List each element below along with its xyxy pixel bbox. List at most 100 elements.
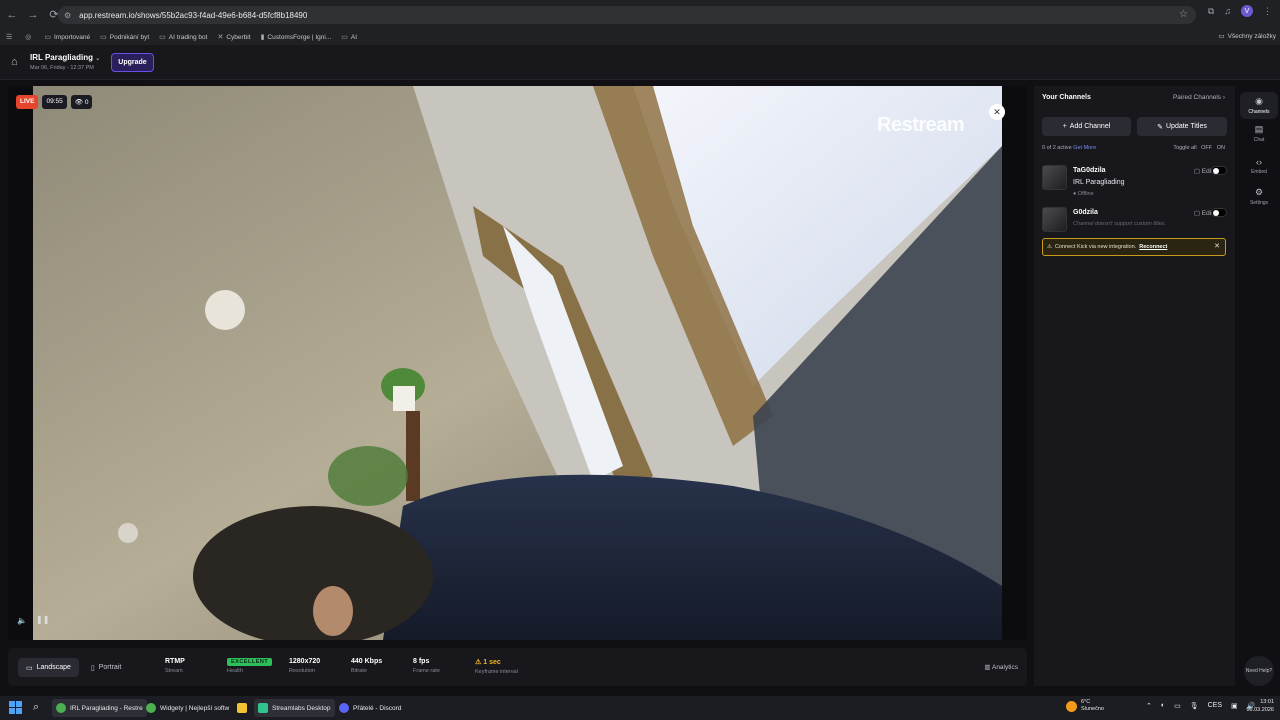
camera-frame <box>33 86 1002 640</box>
toggle-all-off[interactable]: OFF <box>1201 145 1212 151</box>
health-badge: EXCELLENT <box>227 658 273 666</box>
network-icon[interactable]: ◐ <box>1161 702 1165 710</box>
monitor-icon[interactable]: ▭ <box>1174 702 1181 710</box>
sun-icon <box>1066 700 1077 712</box>
browser-toolbar: ← → ⟳ ⚙ app.restream.io/shows/55b2ac93-f… <box>0 0 1280 29</box>
channel-row: TaG0dzila IRL Paragliading ● Offline ▢ E… <box>1042 165 1227 199</box>
pause-icon[interactable]: ❚❚ <box>36 615 49 624</box>
taskbar-app[interactable]: Přátelé - Discord <box>335 699 405 717</box>
video-stage <box>8 86 1027 640</box>
site-info-icon[interactable]: ⚙ <box>64 11 71 20</box>
landscape-button[interactable]: ▭ Landscape <box>18 658 79 677</box>
chrome-icon <box>56 703 66 713</box>
url-text[interactable]: app.restream.io/shows/55b2ac93-f4ad-49e6… <box>79 11 307 20</box>
add-channel-button[interactable]: + Add Channel <box>1042 117 1131 136</box>
folder-icon: ▭ <box>100 34 107 41</box>
windows-start-icon[interactable] <box>9 701 22 714</box>
close-watermark-icon[interactable]: ✕ <box>989 104 1005 120</box>
bookmark-star-icon[interactable]: ☆ <box>1179 9 1188 20</box>
channel-status: ● Offline <box>1073 191 1094 197</box>
stream-timer: 09:55 <box>42 95 67 109</box>
get-more-link[interactable]: Get More <box>1073 145 1096 151</box>
site-icon: ✕ <box>217 34 224 41</box>
channel-toggle[interactable] <box>1211 166 1227 175</box>
pencil-icon: ✎ <box>1157 123 1163 131</box>
clock[interactable]: 13:01 06.03.2026 <box>1246 699 1274 714</box>
all-bookmarks[interactable]: ▭ Všechny záložky <box>1218 32 1276 41</box>
show-title[interactable]: IRL Paragliading ⌄ <box>30 53 100 62</box>
message-icon: ▢ <box>1193 210 1200 217</box>
display-icon[interactable]: ▣ <box>1231 702 1238 710</box>
bookmark-item[interactable]: ▭ Importované <box>44 33 90 42</box>
windows-taskbar: ⌕ IRL Paragliading - Restre Widgety | Ne… <box>0 696 1280 720</box>
live-badge: LIVE <box>16 95 39 109</box>
upgrade-button[interactable]: Upgrade <box>111 53 154 72</box>
bookmark-item[interactable]: ▭ AI trading bot <box>159 33 207 42</box>
stat-resolution: 1280x720 Resolution <box>289 658 321 674</box>
globe-icon[interactable]: ◎ <box>25 33 34 41</box>
channel-title: IRL Paragliading <box>1073 179 1125 186</box>
toggle-all-on[interactable]: ON <box>1217 145 1225 151</box>
taskbar-app[interactable]: Streamlabs Desktop <box>254 699 335 717</box>
weather-widget[interactable]: 6°C Slunečno <box>1066 699 1104 713</box>
bookmark-item[interactable]: ▭ AI <box>341 33 357 42</box>
site-icon: ▮ <box>260 34 265 41</box>
bookmark-item[interactable]: ▮ CustomsForge | Igni... <box>260 33 332 42</box>
sidebar-item-channels[interactable]: ◉ Channels <box>1240 92 1278 119</box>
folder-icon: ▭ <box>341 34 348 41</box>
media-icon[interactable]: ♫ <box>1224 6 1231 16</box>
stat-keyframe: ⚠ 1 sec Keyframe interval <box>475 659 518 675</box>
warning-icon: ⚠ <box>475 659 482 666</box>
search-icon[interactable]: ⌕ <box>33 701 39 714</box>
kick-reconnect-alert: ⚠ Connect Kick via new integration. Reco… <box>1042 238 1226 256</box>
mic-icon[interactable]: 🎙 <box>1190 702 1199 710</box>
sidebar-item-embed[interactable]: ‹› Embed <box>1240 157 1278 175</box>
channel-name: TaG0dzila <box>1073 167 1106 174</box>
dismiss-alert-icon[interactable]: ✕ <box>1214 242 1220 250</box>
need-help-button[interactable]: Need Help? <box>1244 656 1274 686</box>
warning-icon: ⚠ <box>1047 244 1052 250</box>
reconnect-link[interactable]: Reconnect <box>1139 244 1167 250</box>
live-badges: LIVE 09:55 👁 0 <box>16 95 93 109</box>
profile-avatar[interactable]: V <box>1241 5 1253 17</box>
back-icon[interactable]: ← <box>3 6 21 24</box>
active-count: 0 of 2 active Get More <box>1042 145 1097 151</box>
paired-channels-link[interactable]: Paired Channels › <box>1173 94 1225 101</box>
taskbar-app[interactable] <box>233 699 251 717</box>
sidebar-item-chat[interactable]: ▤ Chat <box>1240 124 1278 143</box>
chevron-down-icon: ⌄ <box>95 56 101 62</box>
video-preview[interactable] <box>33 86 1002 640</box>
bookmark-item[interactable]: ▭ Podnikání byt <box>100 33 149 42</box>
analytics-link[interactable]: ▥ Analytics <box>984 663 1018 671</box>
toggle-all: Toggle all OFF ON <box>1173 145 1225 151</box>
portrait-button[interactable]: ▯ Portrait <box>83 658 129 677</box>
broadcast-icon: ◉ <box>1255 96 1263 106</box>
chevron-up-icon[interactable]: ⌃ <box>1146 702 1152 710</box>
sidebar-item-settings[interactable]: ⚙ Settings <box>1240 187 1278 206</box>
stat-stream: RTMP Stream <box>165 658 185 674</box>
forward-icon[interactable]: → <box>24 6 42 24</box>
taskbar-app[interactable]: Widgety | Nejlepší softw <box>142 699 233 717</box>
bar-chart-icon: ▥ <box>984 664 991 671</box>
discord-icon <box>339 703 349 713</box>
taskbar-app[interactable]: IRL Paragliading - Restre <box>52 699 147 717</box>
language-indicator[interactable]: CES <box>1208 702 1222 710</box>
extensions-icon[interactable]: ⧉ <box>1208 6 1214 17</box>
channel-toggle[interactable] <box>1211 208 1227 217</box>
right-sidebar: ◉ Channels ▤ Chat ‹› Embed ⚙ Settings <box>1240 86 1280 686</box>
stat-framerate: 8 fps Frame rate <box>413 658 440 674</box>
home-icon[interactable]: ⌂ <box>11 56 18 68</box>
restream-watermark: Restream <box>877 114 965 136</box>
stream-stats-bar: ▭ Landscape ▯ Portrait RTMP Stream EXCELLE… <box>8 648 1027 686</box>
stat-health: EXCELLENT Health <box>227 658 273 674</box>
file-explorer-icon <box>237 703 247 713</box>
code-icon: ‹› <box>1256 157 1262 167</box>
address-bar[interactable]: ⚙ app.restream.io/shows/55b2ac93-f4ad-49… <box>58 6 1196 24</box>
volume-icon[interactable]: 🔈 <box>17 616 27 625</box>
bookmark-item[interactable]: ✕ Cyberbit <box>217 33 250 42</box>
system-tray: ⌃ ◐ ▭ 🎙 CES ▣ 🔊 <box>1146 702 1255 710</box>
update-titles-button[interactable]: ✎ Update Titles <box>1137 117 1227 136</box>
menu-icon[interactable]: ⋮ <box>1263 6 1272 17</box>
apps-icon[interactable]: ☰ <box>6 33 15 41</box>
phone-icon: ▯ <box>90 664 95 672</box>
